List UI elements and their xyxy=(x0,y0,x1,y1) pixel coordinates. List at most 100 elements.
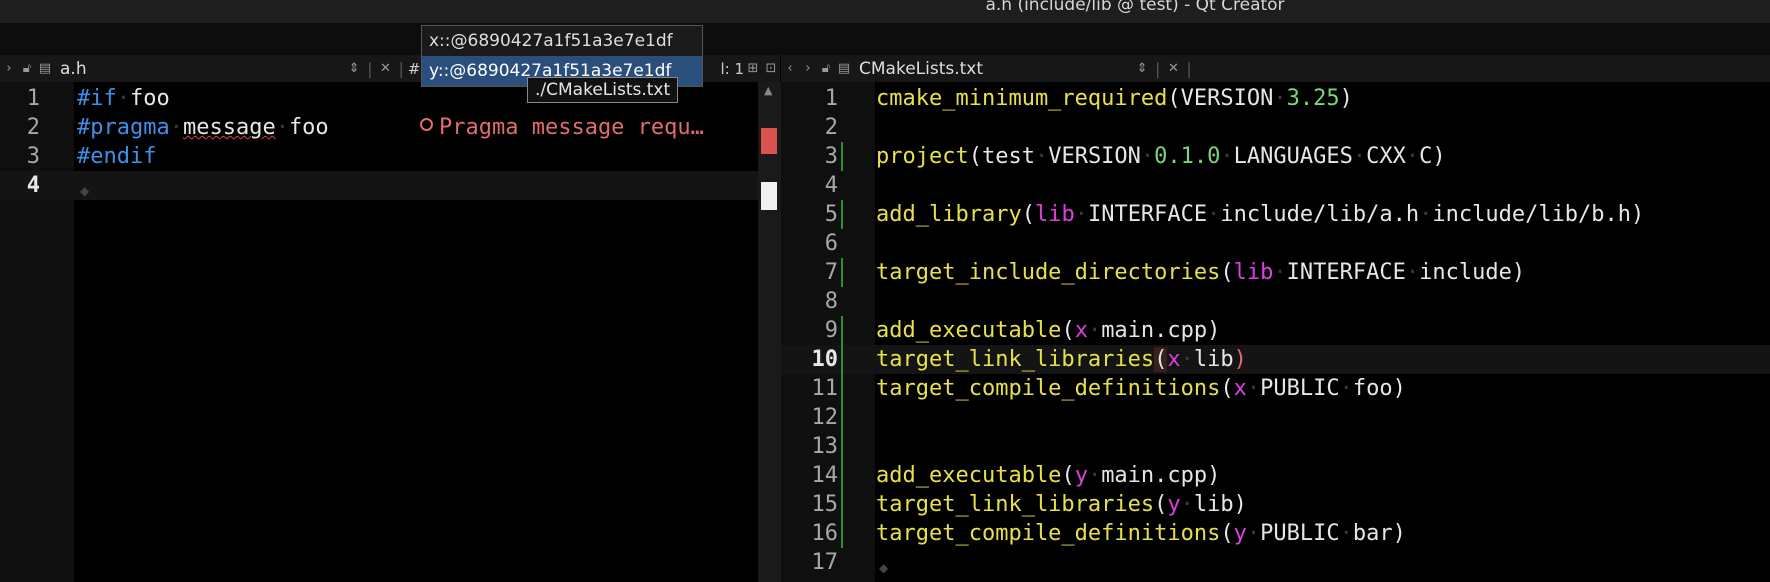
code-token: y xyxy=(1233,521,1247,546)
error-circle-icon xyxy=(420,118,433,131)
scrollbar[interactable]: ▲ xyxy=(758,82,781,582)
line-number: 16 xyxy=(811,521,839,546)
updown-arrows-icon[interactable]: ⇕ xyxy=(1133,61,1151,76)
line-number: 15 xyxy=(811,492,839,517)
right-file-selector[interactable]: CMakeLists.txt xyxy=(859,59,983,79)
line-number: 13 xyxy=(811,434,839,459)
scrollbar-handle[interactable] xyxy=(761,182,777,210)
code-token: INTERFACE xyxy=(1087,202,1208,227)
change-marker xyxy=(841,374,843,403)
code-line[interactable]: 3 #endif xyxy=(0,142,758,171)
lock-icon[interactable]: 🔓︎ xyxy=(18,61,36,76)
change-marker xyxy=(841,345,843,374)
code-line-current[interactable]: 4 xyxy=(0,171,758,200)
line-number: 17 xyxy=(811,550,839,575)
inline-diagnostic[interactable]: Pragma message requ… xyxy=(420,113,704,142)
line-number: 1 xyxy=(26,86,40,111)
line-number: 9 xyxy=(824,318,838,343)
line-number: 4 xyxy=(824,173,838,198)
right-editor[interactable]: 1 cmake_minimum_required(VERSION·3.25) 2… xyxy=(781,82,1770,582)
code-line[interactable]: 1 cmake_minimum_required(VERSION·3.25) xyxy=(781,84,1770,113)
code-line[interactable]: 9 add_executable(x·main.cpp) xyxy=(781,316,1770,345)
code-token: lib xyxy=(1193,347,1234,372)
close-icon[interactable]: ✕ xyxy=(376,61,394,76)
code-line[interactable]: 12 xyxy=(781,403,1770,432)
code-line[interactable]: 2 xyxy=(781,113,1770,142)
code-line[interactable]: 15 target_link_libraries(y·lib) xyxy=(781,490,1770,519)
code-token: include/lib/a.h xyxy=(1220,202,1420,227)
scroll-up-icon[interactable]: ▲ xyxy=(764,84,772,97)
top-spacer xyxy=(0,23,1770,55)
updown-arrows-icon[interactable]: ⇕ xyxy=(345,61,363,76)
forward-arrow-icon[interactable]: › xyxy=(799,61,817,76)
code-token: PUBLIC xyxy=(1260,376,1340,401)
line-number: 4 xyxy=(26,173,40,198)
code-line[interactable]: 11 target_compile_definitions(x·PUBLIC·f… xyxy=(781,374,1770,403)
code-token: y xyxy=(1074,463,1088,488)
code-token: include/lib/b.h xyxy=(1432,202,1632,227)
code-token: x xyxy=(1167,347,1181,372)
code-token: target_compile_definitions xyxy=(876,521,1221,546)
symbol-hash-button[interactable]: # xyxy=(408,60,421,78)
change-marker xyxy=(841,461,843,490)
code-line[interactable]: 17 xyxy=(781,548,1770,577)
code-token: lib xyxy=(1233,260,1274,285)
code-line[interactable]: 14 add_executable(y·main.cpp) xyxy=(781,461,1770,490)
line-number: 14 xyxy=(811,463,839,488)
code-token: add_executable xyxy=(876,318,1062,343)
code-token: main.cpp xyxy=(1101,463,1208,488)
left-file-selector[interactable]: a.h xyxy=(60,59,87,79)
line-number: 5 xyxy=(824,202,838,227)
code-token: y xyxy=(1167,492,1181,517)
change-marker xyxy=(841,403,843,432)
code-token: target_link_libraries xyxy=(876,347,1155,372)
code-line[interactable]: 13 xyxy=(781,432,1770,461)
error-marker[interactable] xyxy=(761,128,777,154)
code-token: foo xyxy=(288,115,329,140)
code-line[interactable]: 8 xyxy=(781,287,1770,316)
close-split-icon[interactable]: ⊡ xyxy=(762,61,780,76)
code-line[interactable]: 2 #pragma·message·foo Pragma message req… xyxy=(0,113,758,142)
line-number: 1 xyxy=(824,86,838,111)
code-line[interactable]: 6 xyxy=(781,229,1770,258)
code-token: target_link_libraries xyxy=(876,492,1155,517)
split-icon[interactable]: ⊞ xyxy=(744,61,762,76)
code-token: main.cpp xyxy=(1101,318,1208,343)
code-token: target_compile_definitions xyxy=(876,376,1221,401)
code-line[interactable]: 4 xyxy=(781,171,1770,200)
code-line[interactable]: 16 target_compile_definitions(y·PUBLIC·b… xyxy=(781,519,1770,548)
code-line-current[interactable]: 10 target_link_libraries(x·lib) xyxy=(781,345,1770,374)
line-number: 6 xyxy=(824,231,838,256)
line-position-label[interactable]: l: 1 xyxy=(720,60,744,78)
code-token-error: message xyxy=(182,115,276,140)
popup-item[interactable]: x::@6890427a1f51a3e7e1df xyxy=(422,26,702,56)
line-number: 11 xyxy=(811,376,839,401)
code-token: target_include_directories xyxy=(876,260,1221,285)
title-bar: a.h (include/lib @ test) - Qt Creator xyxy=(0,0,1770,23)
code-token: x xyxy=(1233,376,1247,401)
line-number: 10 xyxy=(811,347,839,372)
code-token: INTERFACE xyxy=(1286,260,1406,285)
code-token: 0.1.0 xyxy=(1154,144,1221,169)
right-editor-toolbar: ‹ › 🔓︎ ▤ CMakeLists.txt ⇕ | ✕ | xyxy=(781,55,1770,82)
line-number: 8 xyxy=(824,289,838,314)
code-line[interactable]: 7 target_include_directories(lib·INTERFA… xyxy=(781,258,1770,287)
left-editor[interactable]: 1 #if·foo 2 #pragma·message·foo Pragma m… xyxy=(0,82,758,582)
file-icon: ▤ xyxy=(38,61,52,76)
preprocessor-keyword: #pragma xyxy=(77,115,170,140)
back-arrow-icon[interactable]: ‹ xyxy=(781,61,799,76)
code-line[interactable]: 5 add_library(lib·INTERFACE·include/lib/… xyxy=(781,200,1770,229)
change-marker xyxy=(841,432,843,461)
preprocessor-keyword: #if xyxy=(77,86,117,111)
code-token: VERSION xyxy=(1180,86,1274,111)
close-icon[interactable]: ✕ xyxy=(1164,61,1182,76)
preprocessor-keyword: #endif xyxy=(77,144,157,169)
chevron-right-icon[interactable]: › xyxy=(0,61,18,76)
code-token: PUBLIC xyxy=(1260,521,1340,546)
code-token: LANGUAGES xyxy=(1233,144,1353,169)
change-marker xyxy=(841,258,843,287)
code-line[interactable]: 3 project(test·VERSION·0.1.0·LANGUAGES·C… xyxy=(781,142,1770,171)
code-token: foo xyxy=(130,86,170,111)
lock-icon[interactable]: 🔓︎ xyxy=(817,61,835,76)
code-token: test xyxy=(981,144,1035,169)
